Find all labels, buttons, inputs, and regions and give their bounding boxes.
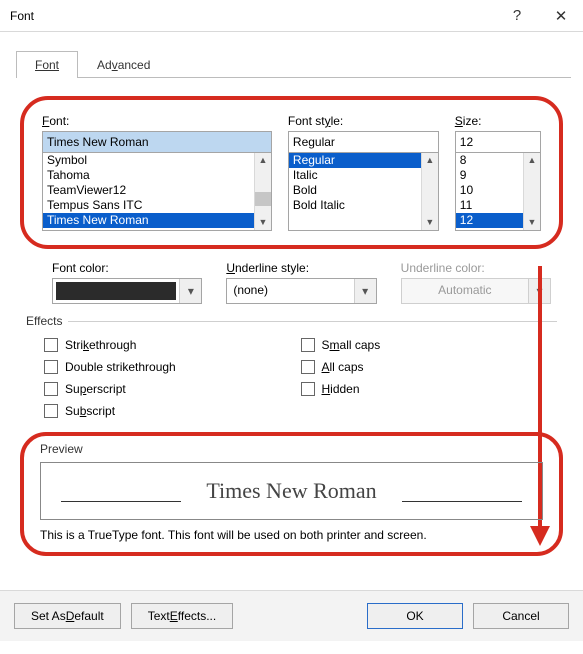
fontcolor-swatch: [56, 282, 176, 300]
list-item[interactable]: Bold Italic: [289, 198, 421, 213]
scroll-up-icon[interactable]: ▲: [528, 153, 537, 168]
scroll-down-icon[interactable]: ▼: [258, 215, 267, 230]
list-item[interactable]: Regular: [289, 153, 421, 168]
fontcolor-label: Font color:: [52, 261, 202, 275]
preview-heading: Preview: [40, 442, 543, 456]
list-item[interactable]: Bold: [289, 183, 421, 198]
preview-description: This is a TrueType font. This font will …: [40, 528, 543, 542]
set-default-button[interactable]: Set As Default: [14, 603, 121, 629]
underline-combo[interactable]: (none) ▾: [226, 278, 376, 304]
style-label: Font style:: [288, 114, 439, 128]
underlinecolor-combo: Automatic ▾: [401, 278, 551, 304]
font-scrollbar[interactable]: ▲ ▼: [254, 153, 271, 230]
font-input[interactable]: [42, 131, 272, 153]
scroll-up-icon[interactable]: ▲: [258, 153, 267, 168]
check-allcaps[interactable]: All caps: [301, 360, 558, 374]
preview-box: Times New Roman: [40, 462, 543, 520]
tab-font[interactable]: Font: [16, 51, 78, 78]
chevron-down-icon[interactable]: ▾: [179, 279, 201, 303]
annotation-box-bottom: Preview Times New Roman This is a TrueTy…: [20, 432, 563, 556]
size-scrollbar[interactable]: ▲ ▼: [523, 153, 540, 230]
check-superscript[interactable]: Superscript: [44, 382, 301, 396]
annotation-box-top: Font: SymbolTahomaTeamViewer12Tempus San…: [20, 96, 563, 249]
list-item[interactable]: Tahoma: [43, 168, 254, 183]
list-item[interactable]: 9: [456, 168, 523, 183]
cancel-button[interactable]: Cancel: [473, 603, 569, 629]
underlinecolor-label: Underline color:: [401, 261, 551, 275]
check-smallcaps[interactable]: Small caps: [301, 338, 558, 352]
close-button[interactable]: ✕: [539, 0, 583, 32]
list-item[interactable]: Times New Roman: [43, 213, 254, 228]
fontcolor-combo[interactable]: ▾: [52, 278, 202, 304]
dialog-body: Font Advanced Font: SymbolTahomaTeamView…: [0, 32, 583, 570]
underline-value: (none): [227, 279, 353, 303]
scroll-down-icon[interactable]: ▼: [528, 215, 537, 230]
list-item[interactable]: 10: [456, 183, 523, 198]
list-item[interactable]: Italic: [289, 168, 421, 183]
style-listbox[interactable]: RegularItalicBoldBold Italic ▲ ▼: [288, 153, 439, 231]
list-item[interactable]: Tempus Sans ITC: [43, 198, 254, 213]
font-label: Font:: [42, 114, 272, 128]
list-item[interactable]: 12: [456, 213, 523, 228]
size-input[interactable]: [455, 131, 541, 153]
tab-font-label: Font: [35, 58, 59, 72]
underline-label: Underline style:: [226, 261, 376, 275]
tab-strip: Font Advanced: [16, 50, 571, 78]
text-effects-button[interactable]: Text Effects...: [131, 603, 234, 629]
list-item[interactable]: 11: [456, 198, 523, 213]
effects-heading: Effects: [26, 314, 62, 328]
help-button[interactable]: ?: [495, 0, 539, 32]
underlinecolor-value: Automatic: [402, 279, 528, 303]
size-label: Size:: [455, 114, 541, 128]
preview-sample: Times New Roman: [206, 478, 376, 504]
list-item[interactable]: TeamViewer12: [43, 183, 254, 198]
style-input[interactable]: [288, 131, 439, 153]
check-strikethrough[interactable]: Strikethrough: [44, 338, 301, 352]
button-bar: Set As Default Text Effects... OK Cancel: [0, 590, 583, 641]
dialog-title: Font: [10, 9, 495, 23]
check-subscript[interactable]: Subscript: [44, 404, 301, 418]
tab-advanced[interactable]: Advanced: [78, 51, 169, 78]
check-double-strikethrough[interactable]: Double strikethrough: [44, 360, 301, 374]
chevron-down-icon: ▾: [528, 279, 550, 303]
tab-advanced-label: Advanced: [97, 58, 150, 72]
list-item[interactable]: 8: [456, 153, 523, 168]
check-hidden[interactable]: Hidden: [301, 382, 558, 396]
scroll-up-icon[interactable]: ▲: [425, 153, 434, 168]
scroll-down-icon[interactable]: ▼: [425, 215, 434, 230]
chevron-down-icon[interactable]: ▾: [354, 279, 376, 303]
ok-button[interactable]: OK: [367, 603, 463, 629]
size-listbox[interactable]: 89101112 ▲ ▼: [455, 153, 541, 231]
font-listbox[interactable]: SymbolTahomaTeamViewer12Tempus Sans ITCT…: [42, 153, 272, 231]
style-scrollbar[interactable]: ▲ ▼: [421, 153, 438, 230]
list-item[interactable]: Symbol: [43, 153, 254, 168]
titlebar: Font ? ✕: [0, 0, 583, 32]
